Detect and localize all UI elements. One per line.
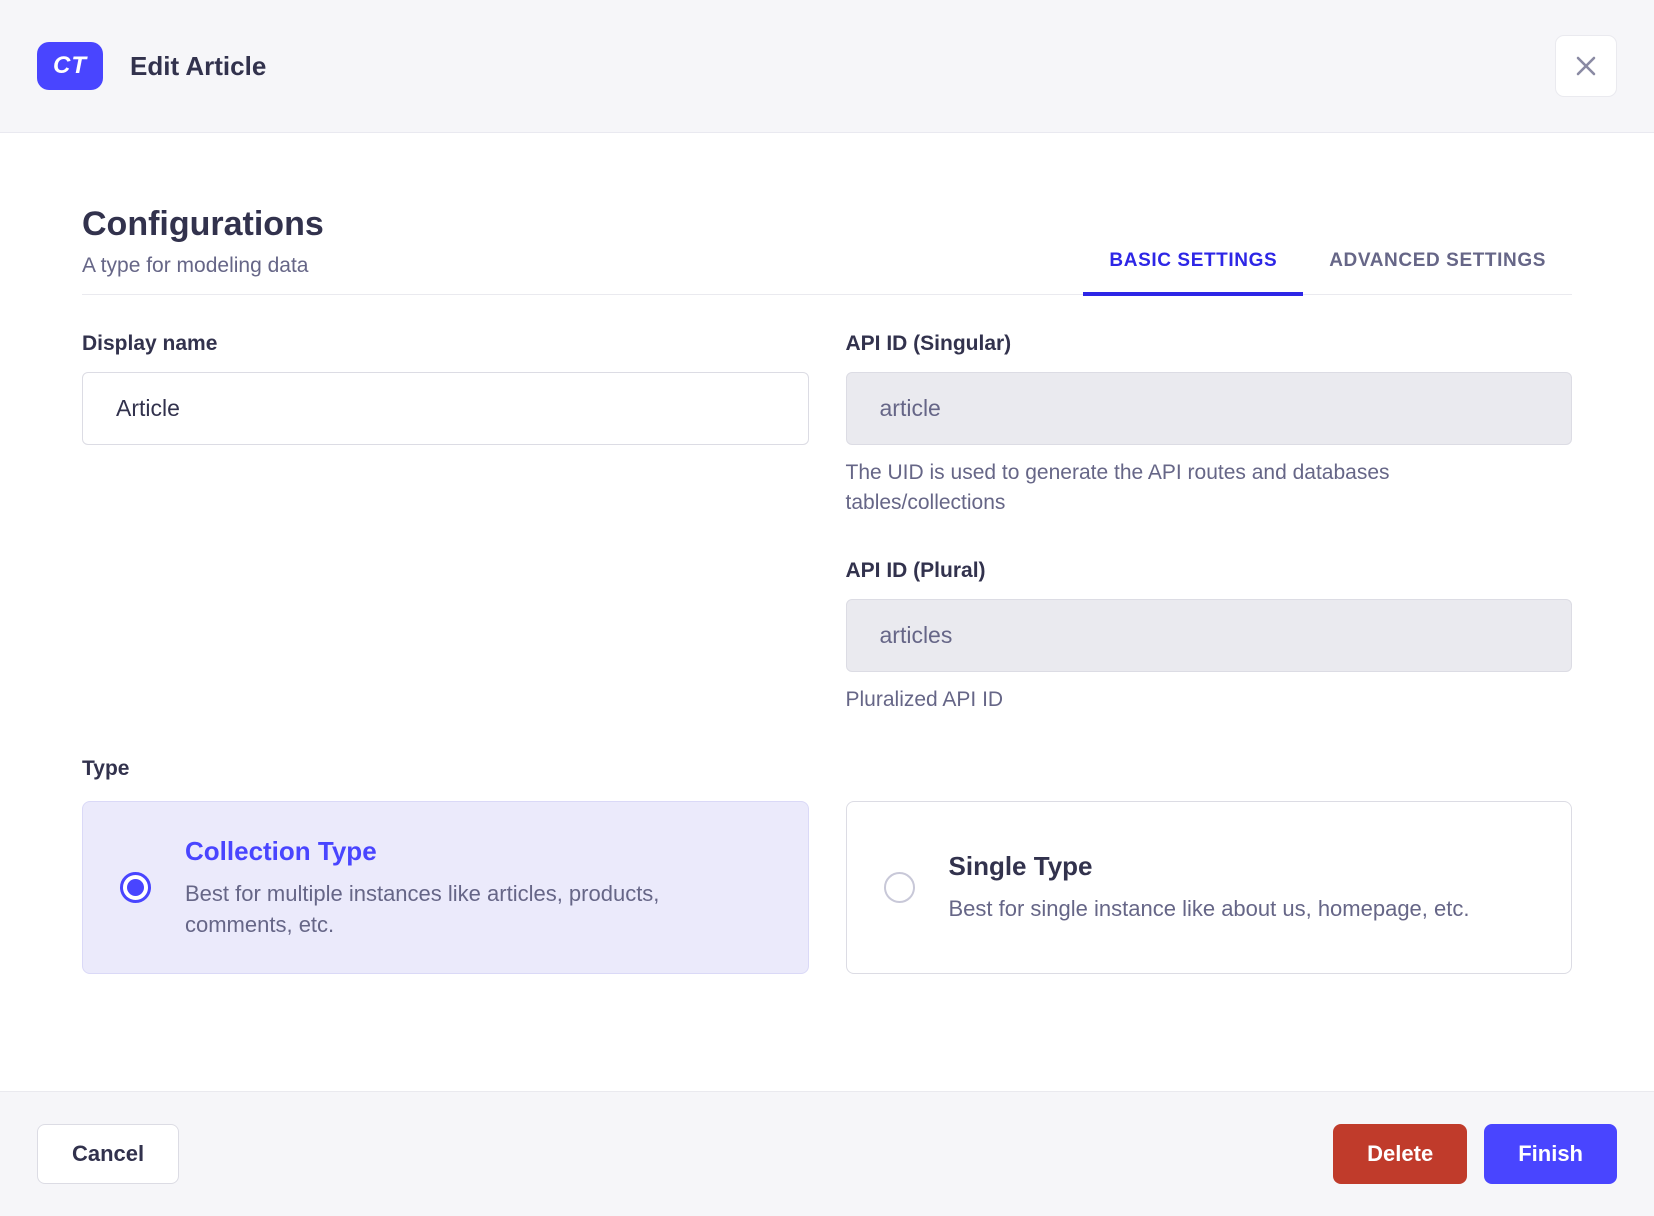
content-type-badge-label: CT <box>53 52 87 79</box>
collection-type-title: Collection Type <box>185 835 377 866</box>
close-icon <box>1576 56 1596 76</box>
type-options: Collection Type Best for multiple instan… <box>82 801 1572 974</box>
tab-advanced-settings[interactable]: ADVANCED SETTINGS <box>1303 250 1572 296</box>
single-type-title: Single Type <box>948 851 1093 881</box>
api-id-plural-label: API ID (Plural) <box>845 559 986 582</box>
single-type-description: Best for single instance like about us, … <box>948 896 1470 921</box>
api-id-singular-input <box>845 372 1572 445</box>
form-column-right: API ID (Singular) The UID is used to gen… <box>845 332 1572 715</box>
type-option-single-type[interactable]: Single Type Best for single instance lik… <box>845 801 1572 974</box>
delete-button[interactable]: Delete <box>1333 1124 1468 1184</box>
type-label: Type <box>82 757 130 780</box>
configurations-title: Configurations <box>82 205 324 243</box>
header-title-group: CT Edit Article <box>37 42 266 90</box>
api-id-singular-label: API ID (Singular) <box>845 332 1012 355</box>
configurations-form: Display name API ID (Singular) The UID i… <box>82 332 1572 715</box>
collection-type-description: Best for multiple instances like article… <box>185 880 660 937</box>
modal-header: CT Edit Article <box>0 0 1654 133</box>
type-section: Type Collection Type Best for multiple i… <box>82 757 1572 974</box>
content-type-badge-icon: CT <box>37 42 103 90</box>
cancel-button[interactable]: Cancel <box>37 1124 180 1184</box>
type-option-collection-type[interactable]: Collection Type Best for multiple instan… <box>82 801 809 974</box>
radio-single-type-icon[interactable] <box>883 872 915 903</box>
api-id-plural-field: API ID (Plural) Pluralized API ID <box>845 559 1572 715</box>
api-id-plural-input <box>845 599 1572 672</box>
configurations-subtitle: A type for modeling data <box>82 254 309 277</box>
modal-body: Configurations A type for modeling data … <box>0 133 1654 1091</box>
api-id-singular-hint: The UID is used to generate the API rout… <box>845 461 1390 514</box>
modal-footer: Cancel Delete Finish <box>0 1091 1654 1216</box>
radio-collection-type-icon[interactable] <box>120 872 151 903</box>
tab-basic-settings[interactable]: BASIC SETTINGS <box>1083 250 1304 296</box>
api-id-singular-field: API ID (Singular) The UID is used to gen… <box>845 332 1572 518</box>
single-type-text: Single Type Best for single instance lik… <box>949 851 1470 924</box>
form-column-left: Display name <box>82 332 809 715</box>
display-name-label: Display name <box>82 332 218 355</box>
display-name-field: Display name <box>82 332 809 445</box>
close-button[interactable] <box>1555 35 1617 97</box>
footer-actions: Delete Finish <box>1333 1124 1617 1184</box>
modal-title: Edit Article <box>130 50 267 81</box>
configurations-titles: Configurations A type for modeling data <box>82 205 324 294</box>
api-id-plural-hint: Pluralized API ID <box>845 688 1004 711</box>
collection-type-text: Collection Type Best for multiple instan… <box>185 836 755 940</box>
finish-button[interactable]: Finish <box>1484 1124 1617 1184</box>
configurations-header: Configurations A type for modeling data … <box>82 205 1572 296</box>
display-name-input[interactable] <box>82 372 809 445</box>
settings-tabs: BASIC SETTINGS ADVANCED SETTINGS <box>1083 250 1572 296</box>
